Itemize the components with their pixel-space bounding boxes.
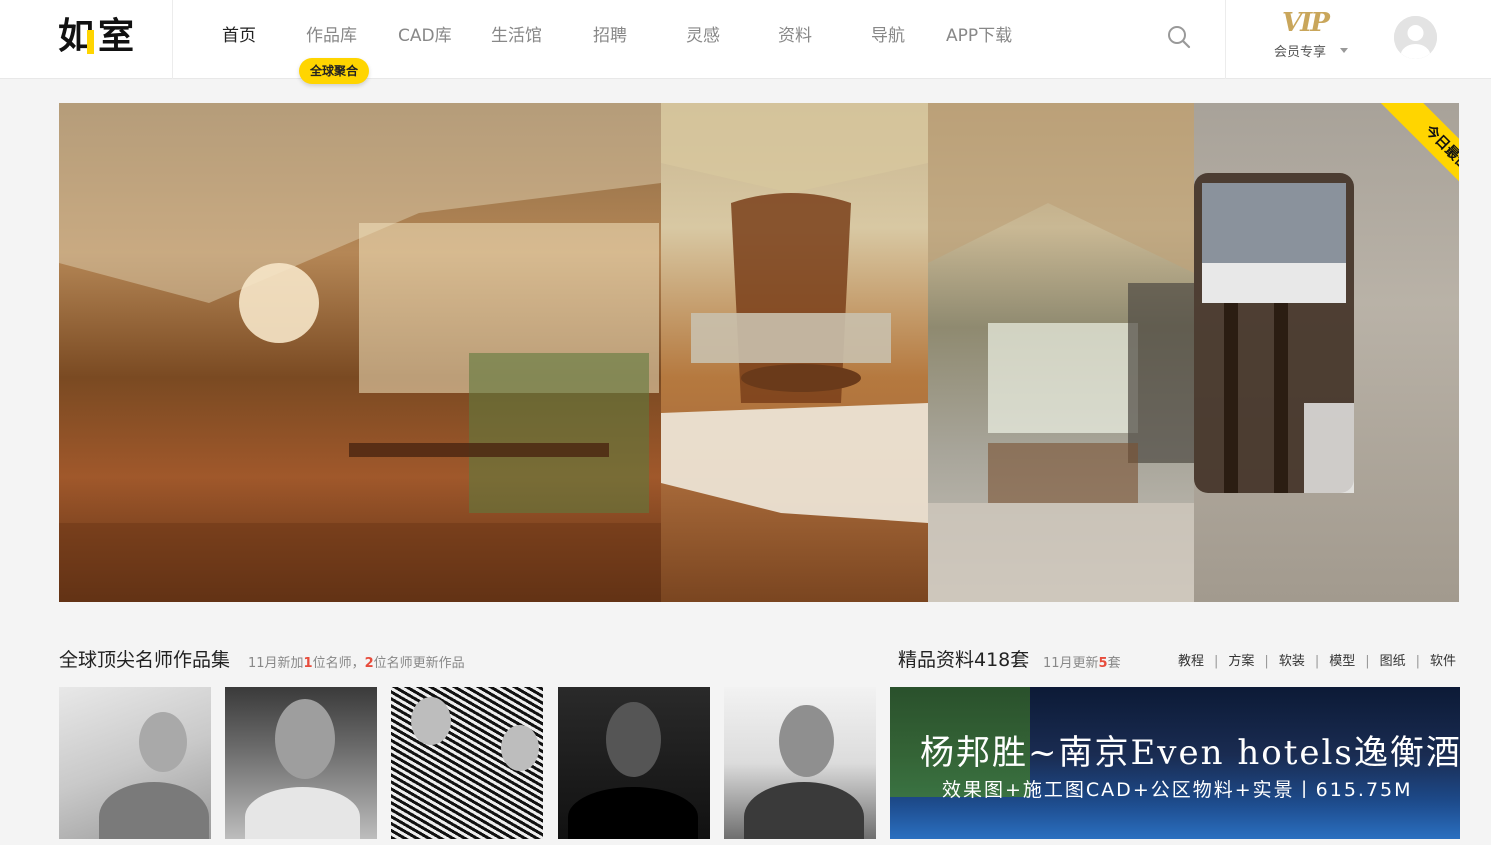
resources-sub-post: 套: [1107, 656, 1121, 671]
search-icon[interactable]: [1166, 24, 1192, 50]
category-separator: |: [1214, 654, 1219, 669]
best-today-ribbon: 今日最佳: [1379, 103, 1459, 203]
vip-label: 会员专享: [1274, 45, 1327, 60]
resources-section-subtitle: 11月更新5套: [1043, 652, 1121, 671]
resources-section-title[interactable]: 精品资料418套: [898, 645, 1029, 672]
designers-sub-pre: 11月新加: [248, 656, 304, 671]
logo-accent-bar: [87, 30, 94, 54]
designer-card[interactable]: [225, 687, 377, 839]
vip-menu[interactable]: VIP 会员专享: [1262, 8, 1352, 68]
nav-cad[interactable]: CAD库: [398, 24, 452, 48]
resource-category-list: 教程 | 方案 | 软装 | 模型 | 图纸 | 软件: [1178, 650, 1456, 669]
category-separator: |: [1264, 654, 1269, 669]
category-software[interactable]: 软件: [1430, 654, 1456, 669]
designers-sub-count-new: 1: [303, 656, 313, 671]
vip-logo: VIP: [1282, 8, 1330, 38]
nav-works[interactable]: 作品库: [306, 24, 357, 48]
resources-sub-count: 5: [1098, 656, 1108, 671]
designer-portrait-body: [245, 787, 360, 839]
designers-sub-count-updated: 2: [364, 656, 374, 671]
banner-title: 杨邦胜~南京Even hotels逸衡酒店: [920, 733, 1460, 773]
designer-portrait-body: [99, 782, 209, 839]
hero-image-dining-room[interactable]: [928, 103, 1194, 602]
featured-resource-banner[interactable]: 杨邦胜~南京Even hotels逸衡酒店 效果图+施工图CAD+公区物料+实景…: [890, 687, 1460, 839]
category-models[interactable]: 模型: [1329, 654, 1355, 669]
designer-card[interactable]: [558, 687, 710, 839]
nav-navigation[interactable]: 导航: [871, 24, 905, 48]
designer-portrait-body: [744, 782, 864, 839]
designers-section-subtitle: 11月新加1位名师，2位名师更新作品: [248, 652, 465, 671]
designer-portrait-face: [139, 712, 187, 772]
designer-portrait-face: [606, 702, 661, 777]
designer-portrait-face: [411, 697, 451, 745]
designer-portrait-face: [779, 705, 834, 777]
hero-image-concrete-window[interactable]: 今日最佳: [1194, 103, 1459, 602]
hero-image-living-room[interactable]: [59, 103, 661, 602]
designer-card[interactable]: [391, 687, 543, 839]
category-drawings[interactable]: 图纸: [1380, 654, 1406, 669]
hero-image-slab-room[interactable]: [661, 103, 928, 602]
category-separator: |: [1365, 654, 1370, 669]
designer-portrait-face: [275, 699, 335, 779]
designer-portrait-body: [568, 787, 698, 839]
hero-gallery: 今日最佳: [59, 103, 1459, 602]
vip-divider: [1225, 0, 1226, 79]
designers-sub-post: 位名师更新作品: [373, 656, 465, 671]
site-logo[interactable]: 如 室: [58, 14, 138, 60]
logo-divider: [172, 0, 173, 79]
site-header: 如 室 首页 作品库 CAD库 生活馆 招聘 灵感 资料 导航 APP下载 全球…: [0, 0, 1491, 84]
ribbon-container: 今日最佳: [1359, 103, 1459, 203]
category-separator: |: [1314, 654, 1320, 669]
category-plans[interactable]: 方案: [1228, 654, 1254, 669]
category-separator: |: [1415, 654, 1421, 669]
nav-app-download[interactable]: APP下载: [946, 24, 1012, 48]
nav-global-badge[interactable]: 全球聚合: [299, 58, 369, 84]
nav-jobs[interactable]: 招聘: [593, 24, 627, 48]
nav-materials[interactable]: 资料: [778, 24, 812, 48]
caret-down-icon: [1340, 48, 1348, 53]
designer-portrait-face: [501, 725, 539, 771]
nav-home[interactable]: 首页: [222, 24, 256, 48]
designers-section-title[interactable]: 全球顶尖名师作品集: [59, 645, 230, 672]
designers-sub-mid: 位名师，: [312, 656, 365, 671]
category-soft-furnishing[interactable]: 软装: [1279, 654, 1305, 669]
nav-life[interactable]: 生活馆: [491, 24, 542, 48]
user-avatar[interactable]: [1394, 16, 1437, 59]
nav-inspiration[interactable]: 灵感: [686, 24, 720, 48]
designer-card[interactable]: [59, 687, 211, 839]
category-tutorial[interactable]: 教程: [1178, 654, 1204, 669]
resources-sub-pre: 11月更新: [1043, 656, 1099, 671]
logo-char-2: 室: [98, 16, 135, 57]
banner-subtitle: 效果图+施工图CAD+公区物料+实景丨615.75M: [942, 779, 1413, 801]
designer-card[interactable]: [724, 687, 876, 839]
